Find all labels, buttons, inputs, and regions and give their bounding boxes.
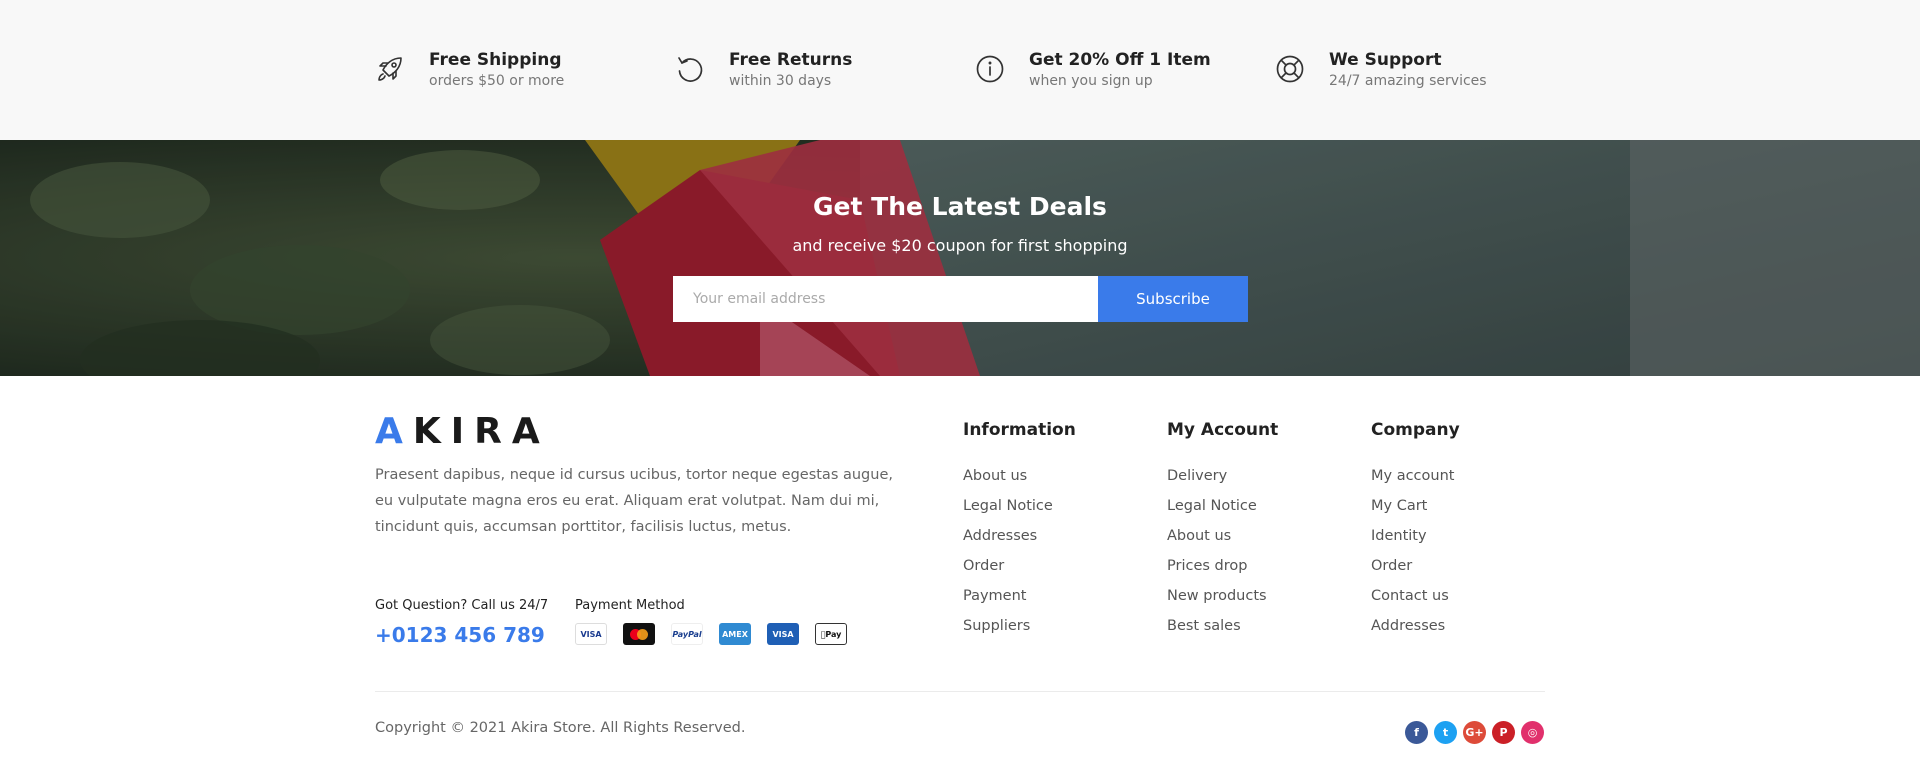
- subscribe-button[interactable]: Subscribe: [1098, 276, 1248, 322]
- features-strip: Free Shipping orders $50 or more Free Re…: [0, 0, 1920, 140]
- column-title: Company: [1371, 420, 1460, 440]
- footer-link[interactable]: Addresses: [1371, 611, 1460, 641]
- info-icon: [976, 55, 1004, 83]
- feature-title: Free Returns: [729, 50, 853, 70]
- column-title: My Account: [1167, 420, 1279, 440]
- site-footer: AKIRA Praesent dapibus, neque id cursus …: [0, 376, 1920, 781]
- link-list: About us Legal Notice Addresses Order Pa…: [963, 461, 1076, 641]
- link-list: My account My Cart Identity Order Contac…: [1371, 461, 1460, 641]
- copyright-text: Copyright © 2021 Akira Store. All Rights…: [375, 720, 746, 736]
- visa-card-icon: VISA: [767, 623, 799, 645]
- call-label: Got Question? Call us 24/7: [375, 598, 549, 613]
- footer-link[interactable]: Order: [963, 551, 1076, 581]
- payment-icons: VISA PayPal AMEX VISA Pay: [575, 623, 863, 645]
- footer-column-information: Information About us Legal Notice Addres…: [963, 419, 1076, 641]
- feature-support: We Support 24/7 amazing services: [1275, 50, 1487, 91]
- footer-link[interactable]: Contact us: [1371, 581, 1460, 611]
- about-text: Praesent dapibus, neque id cursus ucibus…: [375, 467, 893, 535]
- footer-link[interactable]: Prices drop: [1167, 551, 1278, 581]
- facebook-icon[interactable]: f: [1405, 721, 1428, 744]
- footer-link[interactable]: Identity: [1371, 521, 1460, 551]
- rotate-ccw-icon: [678, 57, 703, 82]
- footer-column-my-account: My Account Delivery Legal Notice About u…: [1167, 419, 1278, 641]
- footer-link[interactable]: Addresses: [963, 521, 1076, 551]
- feature-free-returns: Free Returns within 30 days: [675, 50, 852, 91]
- phone-number[interactable]: +0123 456 789: [375, 623, 548, 647]
- feature-subtitle: when you sign up: [1029, 73, 1153, 89]
- footer-link[interactable]: New products: [1167, 581, 1278, 611]
- footer-column-company: Company My account My Cart Identity Orde…: [1371, 419, 1460, 641]
- footer-link[interactable]: Best sales: [1167, 611, 1278, 641]
- footer-link[interactable]: Delivery: [1167, 461, 1278, 491]
- social-links: f t G+ P ◎: [1405, 721, 1544, 744]
- mastercard-icon: [623, 623, 655, 645]
- feature-subtitle: 24/7 amazing services: [1329, 73, 1487, 89]
- call-block: Got Question? Call us 24/7 +0123 456 789: [375, 598, 548, 647]
- visa-card-icon: VISA: [575, 623, 607, 645]
- footer-divider: [375, 691, 1545, 692]
- footer-link[interactable]: Legal Notice: [963, 491, 1076, 521]
- column-title: Information: [963, 420, 1076, 440]
- instagram-icon[interactable]: ◎: [1521, 721, 1544, 744]
- footer-link[interactable]: About us: [1167, 521, 1278, 551]
- brand-logo[interactable]: AKIRA: [375, 412, 550, 452]
- feature-free-shipping: Free Shipping orders $50 or more: [375, 50, 564, 91]
- life-ring-icon: [1276, 55, 1304, 83]
- feature-title: We Support: [1329, 50, 1442, 70]
- newsletter-content: Get The Latest Deals and receive $20 cou…: [0, 140, 1920, 376]
- feature-subtitle: within 30 days: [729, 73, 832, 89]
- apple-pay-icon: Pay: [815, 623, 847, 645]
- payment-block: Payment Method VISA PayPal AMEX VISA Pa…: [575, 598, 863, 645]
- footer-link[interactable]: Legal Notice: [1167, 491, 1278, 521]
- footer-link[interactable]: My Cart: [1371, 491, 1460, 521]
- footer-link[interactable]: About us: [963, 461, 1076, 491]
- newsletter-subtitle: and receive $20 coupon for first shoppin…: [792, 236, 1128, 255]
- footer-link[interactable]: Suppliers: [963, 611, 1076, 641]
- twitter-icon[interactable]: t: [1434, 721, 1457, 744]
- logo-first-letter: A: [375, 411, 413, 452]
- paypal-icon: PayPal: [671, 623, 703, 645]
- logo-rest: KIRA: [412, 411, 550, 452]
- feature-title: Get 20% Off 1 Item: [1029, 50, 1211, 70]
- footer-link[interactable]: Order: [1371, 551, 1460, 581]
- footer-link[interactable]: Payment: [963, 581, 1076, 611]
- link-list: Delivery Legal Notice About us Prices dr…: [1167, 461, 1278, 641]
- pinterest-icon[interactable]: P: [1492, 721, 1515, 744]
- footer-link[interactable]: My account: [1371, 461, 1460, 491]
- amex-card-icon: AMEX: [719, 623, 751, 645]
- google-plus-icon[interactable]: G+: [1463, 721, 1486, 744]
- rocket-icon: [378, 57, 402, 81]
- payment-label: Payment Method: [575, 598, 685, 613]
- feature-title: Free Shipping: [429, 50, 562, 70]
- newsletter-banner: Get The Latest Deals and receive $20 cou…: [0, 140, 1920, 376]
- newsletter-form: Subscribe: [673, 276, 1248, 322]
- feature-discount: Get 20% Off 1 Item when you sign up: [975, 50, 1211, 91]
- newsletter-title: Get The Latest Deals: [813, 192, 1107, 221]
- feature-subtitle: orders $50 or more: [429, 73, 565, 89]
- email-input[interactable]: [673, 276, 1098, 322]
